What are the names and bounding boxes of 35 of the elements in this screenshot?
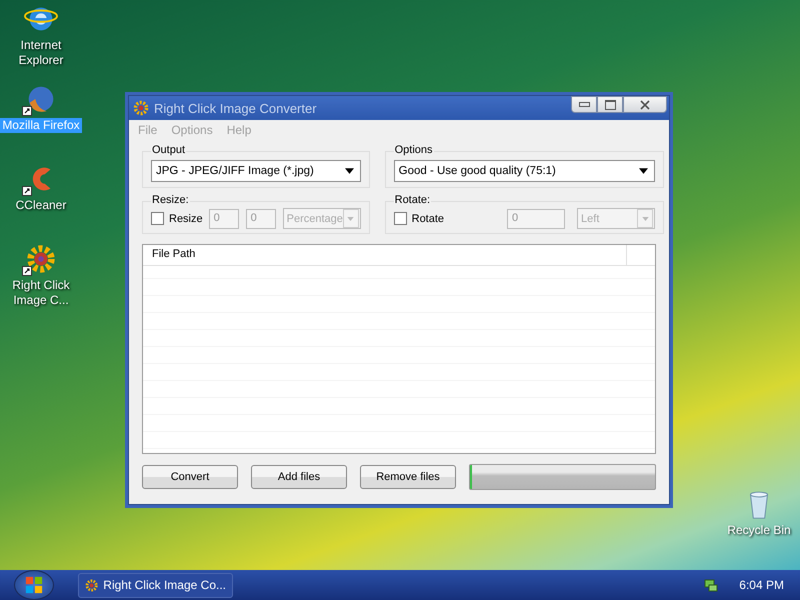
caret-icon <box>344 168 354 174</box>
group-label: Resize: <box>151 194 190 206</box>
close-icon <box>640 100 650 110</box>
gear-icon <box>133 100 149 116</box>
checkbox[interactable] <box>151 212 164 225</box>
action-button[interactable]: Remove files <box>360 465 456 489</box>
start-button[interactable] <box>14 570 54 600</box>
caret-icon <box>347 216 354 220</box>
minimize-button[interactable] <box>571 96 597 113</box>
checkbox-label: Rotate <box>412 212 444 224</box>
network-icon[interactable] <box>703 577 720 593</box>
column-header[interactable]: File Path <box>143 245 627 265</box>
caret-icon <box>639 168 648 174</box>
windows-logo <box>25 576 43 594</box>
window-title: Right Click Image Converter <box>154 100 318 116</box>
action-button[interactable]: Convert <box>142 465 238 489</box>
close-button[interactable] <box>623 96 667 113</box>
checkbox-label: Resize <box>169 212 203 224</box>
taskbar-button[interactable]: Right Click Image Co... <box>78 572 233 598</box>
output-dropdown[interactable]: JPG - JPEG/JIFF Image (*.jpg) <box>151 160 361 182</box>
quality-dropdown[interactable]: Good - Use good quality (75:1) <box>394 160 656 182</box>
group-label: Rotate: <box>394 194 432 206</box>
maximize-button[interactable] <box>597 96 623 113</box>
clock[interactable]: 6:04 PM <box>739 578 784 592</box>
desktop-icon-label[interactable]: Internet Explorer <box>0 38 82 68</box>
desktop-icon-label[interactable]: CCleaner <box>14 198 68 213</box>
action-button[interactable]: Add files <box>251 465 347 489</box>
gear-icon <box>85 578 98 592</box>
group-label: Output <box>151 144 186 156</box>
desktop-icon-label[interactable]: Mozilla Firefox <box>0 118 82 133</box>
group-label: Options <box>394 144 434 156</box>
file-list[interactable]: File Path <box>142 244 656 454</box>
desktop-icon-label[interactable]: Right Click Image C... <box>0 278 82 308</box>
caret-icon <box>642 216 649 220</box>
checkbox[interactable] <box>394 212 407 225</box>
